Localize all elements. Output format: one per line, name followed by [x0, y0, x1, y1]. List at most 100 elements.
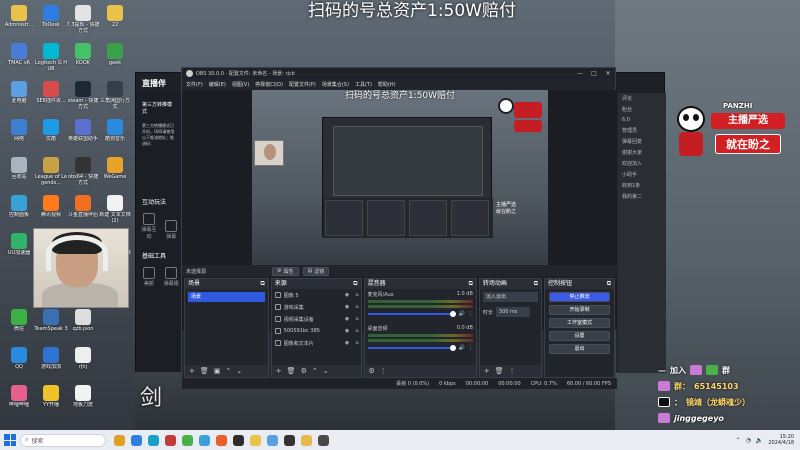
desktop-icon[interactable]: TeamSpeak 3: [34, 306, 68, 346]
taskbar-app-icon[interactable]: [301, 434, 312, 446]
desktop-icon[interactable]: 酷狗音乐: [98, 116, 132, 156]
desktop-icon[interactable]: 微信: [2, 306, 36, 346]
chevron-up-icon[interactable]: ⌃: [225, 367, 231, 375]
exit-button[interactable]: 退出: [549, 344, 610, 354]
preview-canvas[interactable]: 扫码的号总资产1:50W赔付 主播严选 就在盼之: [252, 90, 548, 267]
studio-mode-button[interactable]: 工作室模式: [549, 318, 610, 328]
desktop-icon[interactable]: ToDesk: [34, 2, 68, 42]
lock-icon[interactable]: ⌂: [354, 316, 361, 322]
desktop-icon[interactable]: obs64 - 快捷方式: [66, 154, 100, 194]
dock-float-icon[interactable]: ⧉: [534, 279, 538, 289]
menu-item[interactable]: 停靠窗口(D): [255, 81, 283, 88]
slider-knob[interactable]: [449, 345, 456, 351]
desktop-icon[interactable]: 新建 文本文档 (2): [98, 192, 132, 232]
obs-titlebar[interactable]: OBS 30.0.0 - 配置文件: 未命名 - 场景: rjcb — □ ✕: [182, 68, 615, 79]
lock-icon[interactable]: ⌂: [354, 292, 361, 298]
more-icon[interactable]: ⋮: [468, 345, 473, 351]
eye-icon[interactable]: ◉: [344, 340, 351, 346]
transition-type-select[interactable]: 淡入淡出: [482, 292, 538, 302]
speaker-icon[interactable]: 🔊: [459, 345, 465, 351]
chevron-up-icon[interactable]: ⌃: [736, 437, 741, 444]
minimize-icon[interactable]: —: [573, 70, 587, 77]
taskbar-app-icon[interactable]: [216, 434, 227, 446]
taskbar-app-icon[interactable]: [148, 434, 159, 446]
desktop-icon[interactable]: 腾讯视频: [34, 192, 68, 232]
desktop-icon[interactable]: qzb.json: [66, 306, 100, 346]
close-icon[interactable]: ✕: [601, 70, 615, 77]
desktop-icon[interactable]: WeGame: [98, 154, 132, 194]
trash-icon[interactable]: 🗑: [200, 367, 209, 375]
menu-item[interactable]: 场景集合(S): [322, 81, 349, 88]
desktop-icon[interactable]: Administr...: [2, 2, 36, 42]
taskbar-app-icon[interactable]: [182, 434, 193, 446]
more-icon[interactable]: ⋮: [380, 367, 387, 375]
source-item[interactable]: 视频采集设备 ◉ ⌂: [272, 313, 361, 325]
properties-button[interactable]: ⚙ 属性: [272, 266, 299, 276]
lock-icon[interactable]: ⌂: [354, 340, 361, 346]
more-icon[interactable]: ⋮: [509, 367, 516, 375]
settings-button[interactable]: 设置: [549, 331, 610, 341]
slider-knob[interactable]: [449, 311, 456, 317]
volume-slider[interactable]: [367, 311, 456, 317]
speaker-icon[interactable]: 🔊: [459, 311, 465, 317]
volume-slider[interactable]: [367, 345, 456, 351]
desktop-icon[interactable]: Logitech G HUB: [34, 40, 68, 80]
desktop-icon[interactable]: YY开播: [34, 382, 68, 422]
desktop-icon[interactable]: QQ: [2, 344, 36, 384]
desktop-icon[interactable]: rjhj: [66, 344, 100, 384]
scene-item[interactable]: 场景: [188, 292, 265, 302]
desktop-icon[interactable]: 此电脑: [2, 78, 36, 118]
desktop-icon[interactable]: 地板刀皮: [66, 382, 100, 422]
desktop-icon[interactable]: League of Legends...: [34, 154, 68, 194]
eye-icon[interactable]: ◉: [344, 304, 351, 310]
chevron-down-icon[interactable]: ⌄: [323, 367, 329, 375]
taskbar-app-icon[interactable]: [233, 434, 244, 446]
wifi-icon[interactable]: ◔: [746, 437, 751, 444]
gear-icon[interactable]: ⚙: [301, 367, 307, 375]
source-item[interactable]: 图像 5 ◉ ⌂: [272, 289, 361, 301]
chevron-up-icon[interactable]: ⌃: [312, 367, 318, 375]
duration-input[interactable]: 300 ms: [495, 307, 530, 317]
taskbar-search[interactable]: ⌕ 搜索: [20, 433, 106, 447]
taskbar-app-icon[interactable]: [131, 434, 142, 446]
trash-icon[interactable]: 🗑: [287, 367, 296, 375]
taskbar-app-icon[interactable]: [250, 434, 261, 446]
trash-icon[interactable]: 🗑: [495, 367, 504, 375]
dock-float-icon[interactable]: ⧉: [607, 279, 611, 289]
taskbar-app-icon[interactable]: [165, 434, 176, 446]
taskbar-app-icon[interactable]: [284, 434, 295, 446]
add-icon[interactable]: +: [484, 367, 490, 375]
desktop-icon[interactable]: KOOK: [66, 40, 100, 80]
desktop-icon[interactable]: 哔哩哔哩: [2, 382, 36, 422]
desktop-icon[interactable]: 英雄联盟助手: [66, 116, 100, 156]
menu-item[interactable]: 配置文件(P): [289, 81, 316, 88]
desktop-icon[interactable]: 7.3提现 - 快捷方式: [66, 2, 100, 42]
desktop-icon[interactable]: TMAC v6: [2, 40, 36, 80]
start-recording-button[interactable]: 开始录制: [549, 305, 610, 315]
windows-start-icon[interactable]: [4, 434, 16, 446]
clock[interactable]: 15:20 2024/4/18: [768, 434, 794, 446]
menu-item[interactable]: 工具(T): [355, 81, 372, 88]
desktop-icon[interactable]: 回收站: [2, 154, 36, 194]
desktop-icon[interactable]: 游戏加加: [34, 344, 68, 384]
side-button-1[interactable]: 弹幕: [162, 220, 180, 240]
desktop-icon[interactable]: SE8插件资...: [34, 78, 68, 118]
desktop-icon[interactable]: steam - 快捷方式: [66, 78, 100, 118]
desktop-icon[interactable]: 网络: [2, 116, 36, 156]
lock-icon[interactable]: ⌂: [354, 304, 361, 310]
side-button-2[interactable]: 美颜: [140, 267, 158, 287]
side-button-0[interactable]: 弹幕互动: [140, 213, 158, 240]
speaker-icon[interactable]: 🔈: [756, 437, 763, 444]
eye-icon[interactable]: ◉: [344, 292, 351, 298]
lock-icon[interactable]: ⌂: [354, 328, 361, 334]
obs-window[interactable]: OBS 30.0.0 - 配置文件: 未命名 - 场景: rjcb — □ ✕ …: [181, 67, 617, 389]
desktop-icon[interactable]: 三角洲国行方式: [98, 78, 132, 118]
menu-item[interactable]: 文件(F): [186, 81, 203, 88]
stop-streaming-button[interactable]: 停止推流: [549, 292, 610, 302]
add-icon[interactable]: +: [276, 367, 282, 375]
taskbar-app-icon[interactable]: [199, 434, 210, 446]
eye-icon[interactable]: ◉: [344, 328, 351, 334]
eye-icon[interactable]: ◉: [344, 316, 351, 322]
desktop-icon[interactable]: 控制面板: [2, 192, 36, 232]
source-item[interactable]: 500591bc 385 ◉ ⌂: [272, 325, 361, 337]
